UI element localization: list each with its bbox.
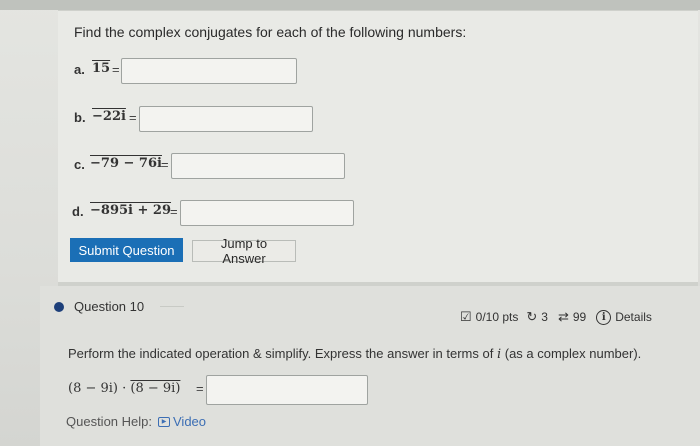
part-b-expression: −22i [92, 109, 126, 124]
expression-left: (8 − 9i) · [68, 381, 131, 396]
part-a-answer-input[interactable] [121, 58, 297, 84]
attempts-icon: ↻ [526, 309, 538, 324]
part-c-answer-input[interactable] [171, 153, 345, 179]
video-label[interactable]: Video [173, 414, 206, 429]
part-a-label: a. [74, 62, 85, 77]
part-a-expression: 15 [92, 61, 111, 76]
expression-conjugate: (8 − 9i) [130, 381, 181, 396]
part-c-label: c. [74, 157, 85, 172]
instruction-suffix: (as a complex number). [501, 346, 642, 361]
part-c-expression: −79 − 76i [90, 156, 162, 171]
question-status-bullet [54, 302, 64, 312]
retries-count: 99 [572, 310, 587, 324]
question-prompt: Find the complex conjugates for each of … [74, 24, 467, 40]
part-d-equals: = [170, 204, 178, 219]
part-b-answer-input[interactable] [139, 106, 313, 132]
title-rule [160, 306, 184, 307]
video-icon: ▶ [158, 416, 170, 427]
question-help: Question Help: ▶ Video [66, 414, 206, 429]
question-10-equals: = [196, 381, 204, 396]
attempts-count: 3 [541, 310, 548, 324]
page: Find the complex conjugates for each of … [0, 0, 700, 446]
part-c-equals: = [161, 157, 169, 172]
info-icon[interactable]: i [596, 309, 612, 325]
part-b-label: b. [74, 110, 86, 125]
question-10-expression: (8 − 9i) · (8 − 9i) [68, 381, 180, 396]
video-link[interactable]: ▶ Video [158, 414, 206, 429]
question-10-answer-input[interactable] [206, 375, 368, 405]
instruction-prefix: Perform the indicated operation & simpli… [68, 346, 497, 361]
points-text: 0/10 pts [475, 310, 519, 324]
top-band [0, 0, 700, 10]
part-d-expression: −895i + 29 [90, 203, 172, 218]
submit-question-button[interactable]: Submit Question [70, 238, 183, 262]
question-10-title[interactable]: Question 10 [74, 299, 144, 314]
details-link[interactable]: Details [615, 310, 652, 324]
retries-icon: ⇄ [557, 309, 569, 324]
part-a-equals: = [112, 62, 120, 77]
question-help-label: Question Help: [66, 414, 152, 429]
part-d-answer-input[interactable] [180, 200, 354, 226]
question-status-bar: ☑ 0/10 pts ↻ 3 ⇄ 99 i Details [460, 308, 652, 326]
part-b-equals: = [129, 110, 137, 125]
question-10-instruction: Perform the indicated operation & simpli… [68, 346, 641, 362]
jump-to-answer-button[interactable]: Jump to Answer [192, 236, 296, 266]
part-d-label: d. [72, 204, 84, 219]
checkbox-edit-icon: ☑ [460, 309, 472, 324]
